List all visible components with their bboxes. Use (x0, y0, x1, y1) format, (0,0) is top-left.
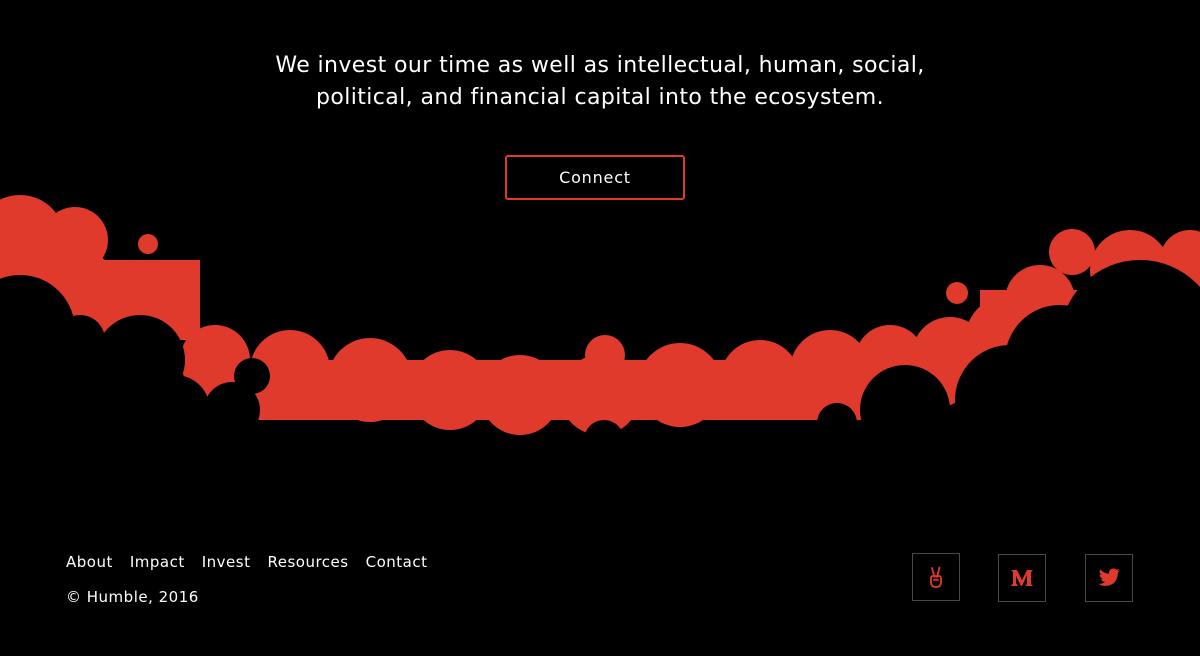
footer-link-about[interactable]: About (66, 553, 113, 571)
footer-nav: About Impact Invest Resources Contact (66, 553, 427, 571)
angellist-button[interactable] (912, 553, 960, 601)
twitter-button[interactable] (1085, 554, 1133, 602)
copyright: © Humble, 2016 (66, 588, 199, 606)
twitter-icon (1098, 568, 1120, 586)
medium-icon (1011, 570, 1033, 586)
footer-link-invest[interactable]: Invest (202, 553, 251, 571)
footer-link-contact[interactable]: Contact (366, 553, 428, 571)
footer-link-impact[interactable]: Impact (130, 553, 185, 571)
angellist-icon (930, 566, 942, 588)
footer-link-resources[interactable]: Resources (267, 553, 348, 571)
medium-button[interactable] (998, 554, 1046, 602)
